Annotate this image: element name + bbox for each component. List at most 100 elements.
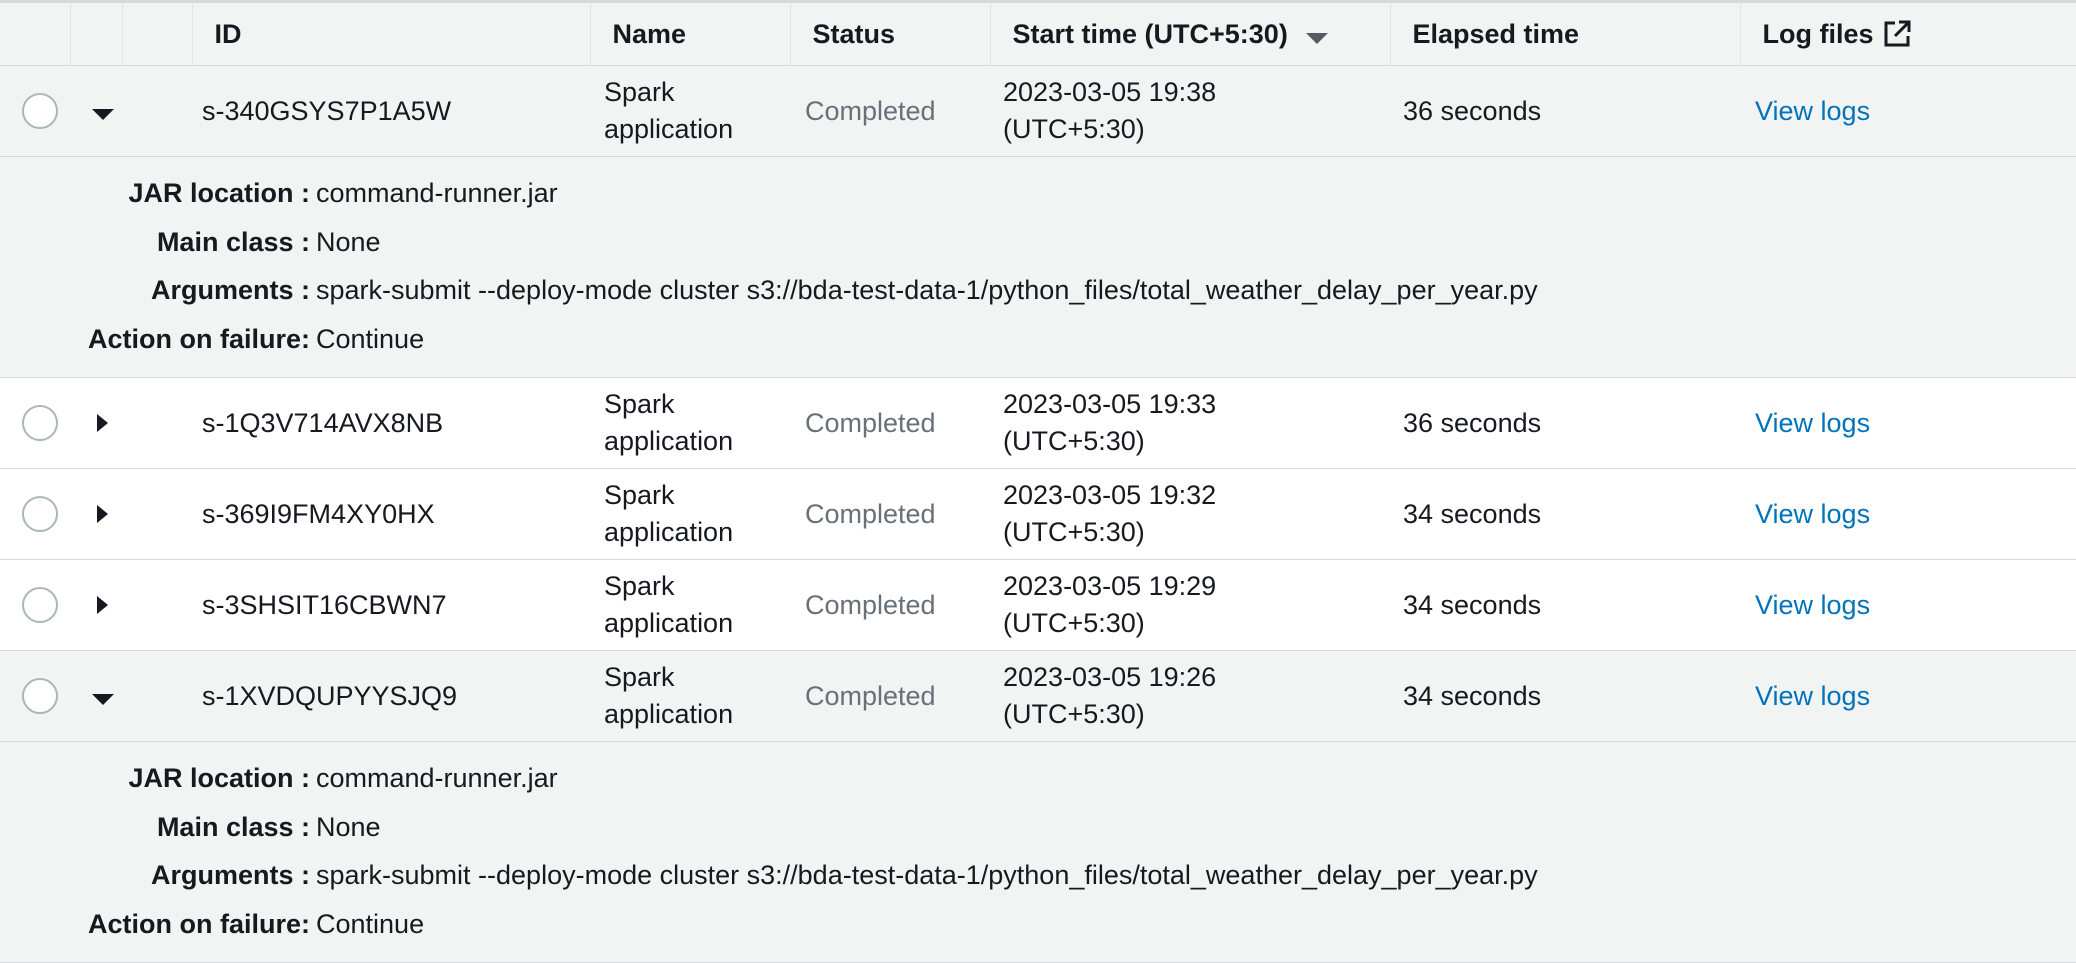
main-class-value: None	[316, 811, 381, 842]
start-date: 2023-03-05 19:38	[1003, 77, 1217, 107]
jar-location-label: JAR location :	[128, 178, 310, 208]
caret-down-icon[interactable]	[92, 108, 114, 120]
header-status-label: Status	[812, 18, 896, 49]
step-details-row: JAR location : command-runner.jar Main c…	[0, 156, 2076, 378]
start-timezone: (UTC+5:30)	[1003, 699, 1145, 729]
step-elapsed-time: 34 seconds	[1403, 589, 1542, 620]
expand-cell	[70, 469, 122, 560]
step-start-time: 2023-03-05 19:29 (UTC+5:30)	[990, 560, 1390, 651]
step-start-time: 2023-03-05 19:26 (UTC+5:30)	[990, 651, 1390, 742]
view-logs-link[interactable]: View logs	[1755, 408, 1870, 438]
step-details-cell: JAR location : command-runner.jar Main c…	[0, 742, 2076, 963]
view-logs-link[interactable]: View logs	[1755, 499, 1870, 529]
step-name: Spark application	[604, 77, 734, 144]
view-logs-link[interactable]: View logs	[1755, 681, 1870, 711]
step-details-row: JAR location : command-runner.jar Main c…	[0, 741, 2076, 963]
expand-cell	[70, 560, 122, 651]
action-on-failure-label: Action on failure:	[88, 908, 310, 939]
main-class-value: None	[316, 226, 381, 257]
table-row[interactable]: s-1Q3V714AVX8NB Spark application Comple…	[0, 378, 2076, 469]
action-on-failure-value: Continue	[316, 323, 425, 354]
start-date: 2023-03-05 19:33	[1003, 389, 1217, 419]
header-name-label: Name	[612, 18, 687, 49]
caret-right-icon[interactable]	[97, 505, 108, 523]
step-id: s-1XVDQUPYYSJQ9	[202, 680, 458, 711]
external-link-icon[interactable]	[1882, 19, 1912, 49]
header-id-label: ID	[214, 18, 242, 49]
header-elapsed[interactable]: Elapsed time	[1389, 0, 1740, 66]
step-elapsed-time: 36 seconds	[1403, 407, 1542, 438]
table-row[interactable]: s-1XVDQUPYYSJQ9 Spark application Comple…	[0, 650, 2076, 742]
start-timezone: (UTC+5:30)	[1003, 608, 1145, 638]
select-cell	[0, 651, 70, 742]
step-start-time: 2023-03-05 19:38 (UTC+5:30)	[990, 66, 1390, 157]
caret-right-icon[interactable]	[97, 596, 108, 614]
view-logs-link[interactable]: View logs	[1755, 96, 1870, 126]
steps-body: s-340GSYS7P1A5W Spark application Comple…	[0, 65, 2076, 963]
step-details: JAR location : command-runner.jar Main c…	[0, 169, 2076, 363]
row-select-radio[interactable]	[22, 405, 58, 441]
blank-cell	[122, 378, 192, 469]
log-files-cell: View logs	[1740, 469, 2076, 560]
step-start-time: 2023-03-05 19:33 (UTC+5:30)	[990, 378, 1390, 469]
start-date: 2023-03-05 19:32	[1003, 480, 1217, 510]
log-files-cell: View logs	[1740, 651, 2076, 742]
expand-cell	[70, 651, 122, 742]
arguments-value: spark-submit --deploy-mode cluster s3://…	[316, 860, 1538, 890]
table-row[interactable]: s-340GSYS7P1A5W Spark application Comple…	[0, 65, 2076, 157]
table-header-row: ID Name Status Start time (UTC+5:30) Ela…	[0, 0, 2076, 66]
step-name: Spark application	[604, 480, 734, 547]
arguments-value: spark-submit --deploy-mode cluster s3://…	[316, 275, 1538, 305]
step-id: s-3SHSIT16CBWN7	[202, 589, 447, 620]
step-elapsed-time: 36 seconds	[1403, 95, 1542, 126]
log-files-cell: View logs	[1740, 560, 2076, 651]
view-logs-link[interactable]: View logs	[1755, 590, 1870, 620]
action-on-failure-label: Action on failure:	[88, 323, 310, 354]
select-cell	[0, 560, 70, 651]
start-date: 2023-03-05 19:29	[1003, 571, 1217, 601]
step-elapsed-time: 34 seconds	[1403, 498, 1542, 529]
sort-descending-icon[interactable]	[1305, 32, 1328, 44]
jar-location-value: command-runner.jar	[316, 763, 558, 793]
select-cell	[0, 469, 70, 560]
main-class-label: Main class :	[156, 226, 310, 257]
action-on-failure-value: Continue	[316, 908, 425, 939]
log-files-cell: View logs	[1740, 66, 2076, 157]
row-select-radio[interactable]	[22, 678, 58, 714]
header-id[interactable]: ID	[191, 0, 590, 66]
row-select-radio[interactable]	[22, 93, 58, 129]
caret-right-icon[interactable]	[97, 414, 108, 432]
row-select-radio[interactable]	[22, 587, 58, 623]
blank-cell	[122, 469, 192, 560]
step-name: Spark application	[604, 662, 734, 729]
step-id: s-369I9FM4XY0HX	[202, 498, 435, 529]
jar-location-value: command-runner.jar	[316, 178, 558, 208]
table-row[interactable]: s-3SHSIT16CBWN7 Spark application Comple…	[0, 560, 2076, 651]
log-files-cell: View logs	[1740, 378, 2076, 469]
blank-cell	[122, 651, 192, 742]
step-status: Completed	[805, 95, 936, 126]
header-start-time[interactable]: Start time (UTC+5:30)	[989, 0, 1390, 66]
steps-table: ID Name Status Start time (UTC+5:30) Ela…	[0, 0, 2076, 963]
select-cell	[0, 378, 70, 469]
jar-location-label: JAR location :	[128, 763, 310, 793]
table-row[interactable]: s-369I9FM4XY0HX Spark application Comple…	[0, 469, 2076, 560]
step-id: s-340GSYS7P1A5W	[202, 95, 452, 126]
row-select-radio[interactable]	[22, 496, 58, 532]
header-log-files[interactable]: Log files	[1739, 0, 2076, 66]
header-start-time-label: Start time (UTC+5:30)	[1012, 18, 1288, 49]
step-id: s-1Q3V714AVX8NB	[202, 407, 444, 438]
start-date: 2023-03-05 19:26	[1003, 662, 1217, 692]
caret-down-icon[interactable]	[92, 693, 114, 705]
step-name: Spark application	[604, 389, 734, 456]
step-name: Spark application	[604, 571, 734, 638]
header-status[interactable]: Status	[789, 0, 990, 66]
start-timezone: (UTC+5:30)	[1003, 426, 1145, 456]
header-elapsed-label: Elapsed time	[1412, 18, 1580, 49]
arguments-label: Arguments :	[150, 275, 310, 305]
step-details-cell: JAR location : command-runner.jar Main c…	[0, 157, 2076, 378]
header-blank	[121, 0, 192, 66]
header-log-files-label: Log files	[1762, 18, 1874, 49]
header-name[interactable]: Name	[589, 0, 790, 66]
step-status: Completed	[805, 498, 936, 529]
